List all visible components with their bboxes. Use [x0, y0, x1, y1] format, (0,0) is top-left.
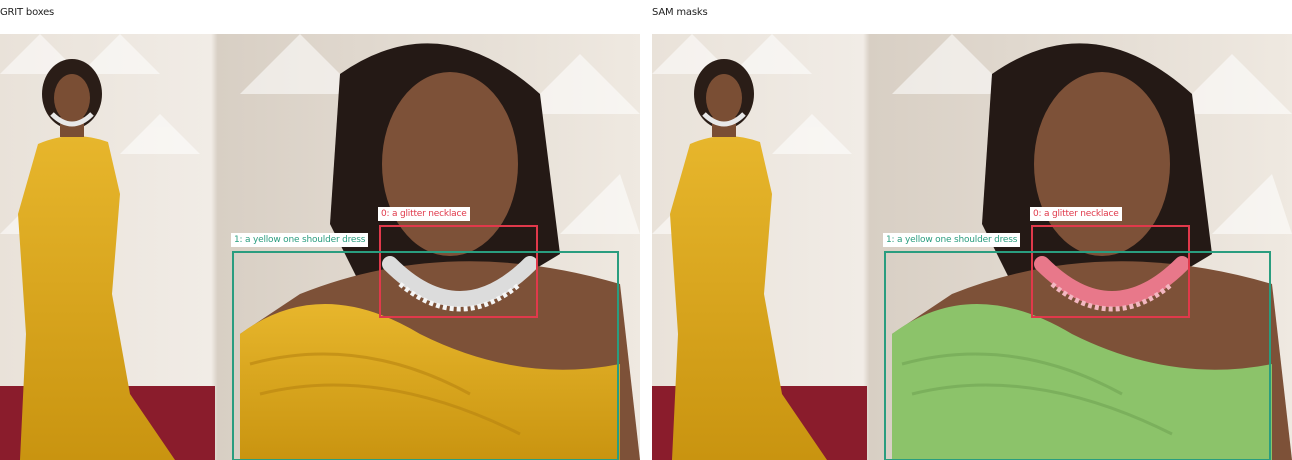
photo: [0, 34, 640, 460]
grit-boxes-panel: 0: a glitter necklace 1: a yellow one sh…: [0, 34, 640, 460]
necklace-box-label: 0: a glitter necklace: [1030, 207, 1122, 221]
dress-box-label: 1: a yellow one shoulder dress: [231, 233, 369, 247]
photo: [652, 34, 1292, 460]
necklace-box-label: 0: a glitter necklace: [378, 207, 470, 221]
dress-box-label: 1: a yellow one shoulder dress: [883, 233, 1021, 247]
right-panel-title: SAM masks: [652, 7, 708, 18]
left-panel-title: GRIT boxes: [0, 7, 55, 18]
sam-masks-panel: 0: a glitter necklace 1: a yellow one sh…: [652, 34, 1292, 460]
